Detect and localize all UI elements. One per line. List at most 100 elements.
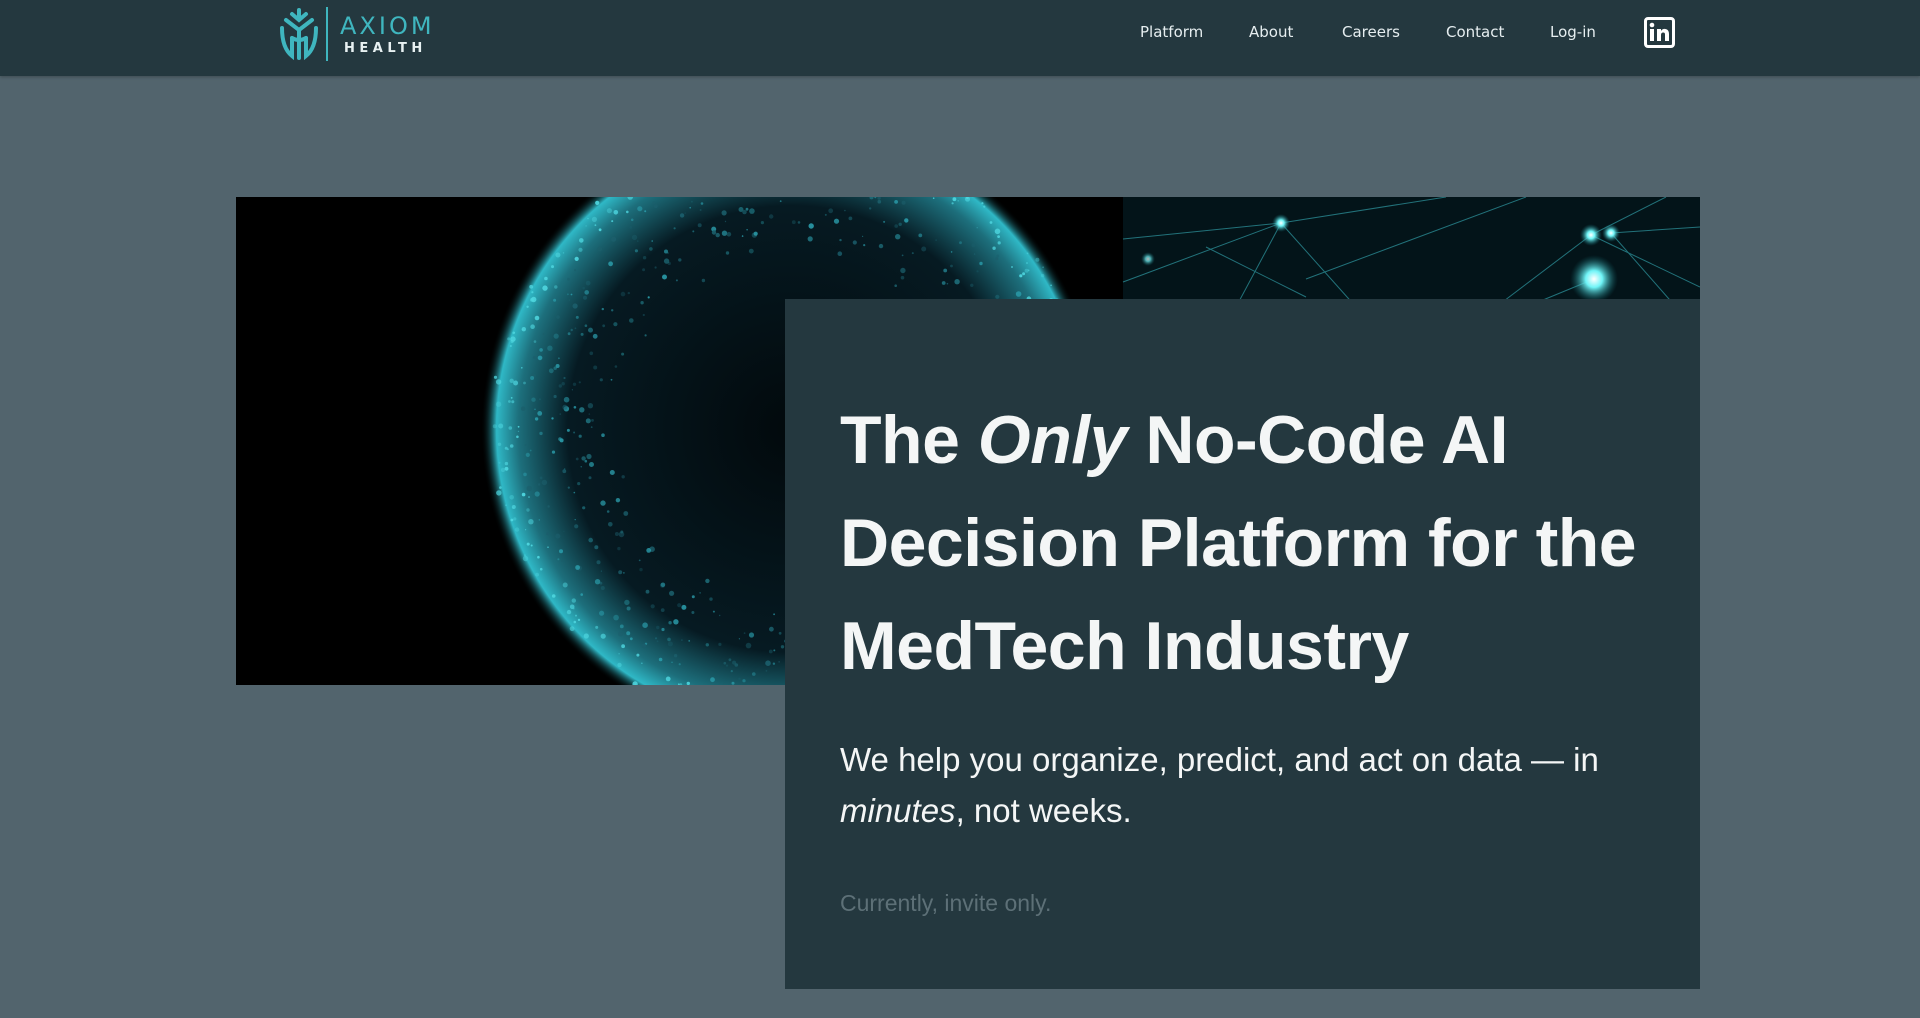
particle (619, 624, 624, 629)
particle (808, 223, 814, 229)
particle (534, 315, 540, 321)
particle (558, 437, 562, 441)
hero-subheadline: We help you organize, predict, and act o… (840, 734, 1640, 836)
linkedin-icon[interactable] (1644, 17, 1675, 48)
particle (730, 670, 733, 673)
particle (959, 241, 962, 245)
particle (638, 559, 641, 562)
particle (645, 589, 650, 594)
particle (508, 426, 513, 430)
particle (715, 232, 720, 238)
particle (996, 254, 1000, 258)
particle (734, 663, 739, 667)
particle (745, 207, 749, 211)
particle (954, 279, 960, 285)
particle (745, 642, 752, 649)
particle (568, 299, 571, 301)
particle (534, 417, 539, 421)
particle (611, 309, 614, 312)
particle (517, 430, 520, 433)
particle (772, 662, 776, 665)
particle (546, 532, 550, 536)
particle (748, 632, 755, 638)
particle (597, 246, 603, 252)
particle (523, 381, 526, 385)
nav-link-platform[interactable]: Platform (1140, 23, 1203, 41)
particle (517, 425, 520, 428)
particle (894, 224, 898, 228)
particle (1019, 274, 1023, 278)
particle (542, 285, 548, 291)
particle (562, 582, 568, 588)
particle (678, 663, 681, 666)
particle (498, 461, 501, 464)
particle (691, 200, 693, 203)
particle (629, 637, 633, 641)
particle (901, 254, 904, 257)
nav-link-contact[interactable]: Contact (1446, 23, 1504, 41)
particle (510, 397, 513, 399)
particle (579, 407, 585, 413)
particle (577, 482, 581, 486)
particle (667, 641, 673, 647)
particle (894, 284, 897, 287)
particle (634, 683, 636, 685)
particle (578, 434, 582, 438)
particle (594, 545, 599, 550)
particle (551, 417, 554, 420)
particle (522, 555, 529, 562)
particle (520, 406, 526, 411)
particle (617, 546, 621, 551)
particle (584, 290, 589, 295)
particle (582, 286, 585, 290)
particle (557, 558, 560, 561)
particle (862, 235, 864, 237)
particle (623, 511, 629, 516)
nav-link-careers[interactable]: Careers (1342, 23, 1400, 41)
particle (760, 221, 765, 225)
particle (497, 442, 502, 446)
particle (553, 333, 559, 339)
particle (705, 578, 710, 584)
particle (711, 230, 717, 235)
particle (563, 376, 566, 380)
particle (725, 251, 730, 255)
particle (741, 235, 744, 237)
subheadline-part-2: , not weeks. (955, 792, 1132, 829)
particle (624, 599, 630, 606)
particle (590, 426, 593, 428)
particle (642, 256, 647, 260)
particle (588, 476, 592, 480)
particle (691, 611, 695, 614)
particle (668, 621, 672, 625)
particle (562, 469, 567, 474)
particle (571, 598, 576, 603)
particle (631, 234, 638, 241)
particle (553, 298, 557, 302)
particle (723, 661, 727, 665)
particle (979, 261, 983, 266)
particle (528, 496, 530, 498)
particle (539, 567, 543, 571)
particle (626, 210, 629, 214)
particle (642, 313, 645, 317)
particle (570, 293, 573, 296)
particle (509, 495, 514, 500)
particle (526, 508, 530, 512)
main-nav: Platform About Careers Contact Log-in (0, 20, 1920, 46)
particle (797, 221, 801, 224)
particle (679, 213, 685, 218)
particle (900, 267, 906, 274)
particle (521, 492, 526, 497)
particle (537, 555, 540, 559)
nav-link-login[interactable]: Log-in (1550, 23, 1596, 41)
particle (1024, 268, 1029, 273)
particle (863, 244, 866, 247)
particle (610, 378, 613, 381)
particle (618, 653, 620, 655)
particle (950, 264, 953, 268)
particle (613, 322, 618, 327)
particle (778, 661, 780, 663)
nav-link-about[interactable]: About (1249, 23, 1293, 41)
particle (509, 444, 514, 448)
